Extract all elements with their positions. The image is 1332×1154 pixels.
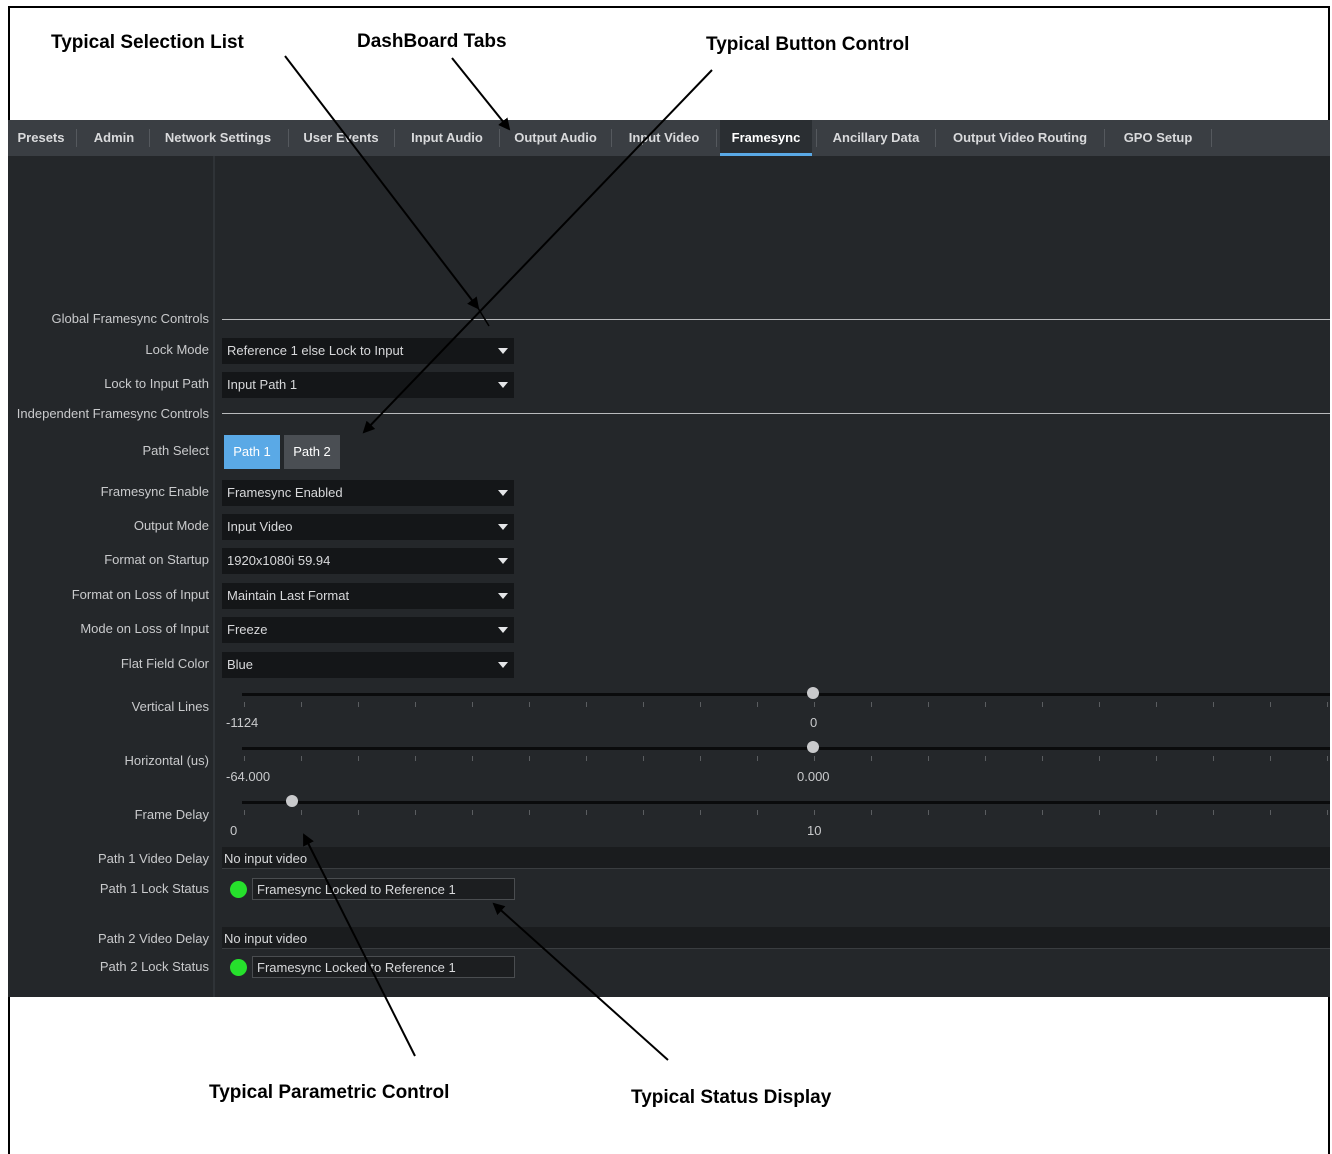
arrow-selection-list bbox=[284, 55, 480, 310]
arrow-status-display bbox=[492, 902, 669, 1061]
arrow-parametric-control bbox=[303, 833, 416, 1057]
arrow-dashboard-tabs bbox=[451, 57, 511, 131]
arrow-button-control bbox=[362, 69, 713, 434]
callout-arrows bbox=[284, 55, 713, 1061]
